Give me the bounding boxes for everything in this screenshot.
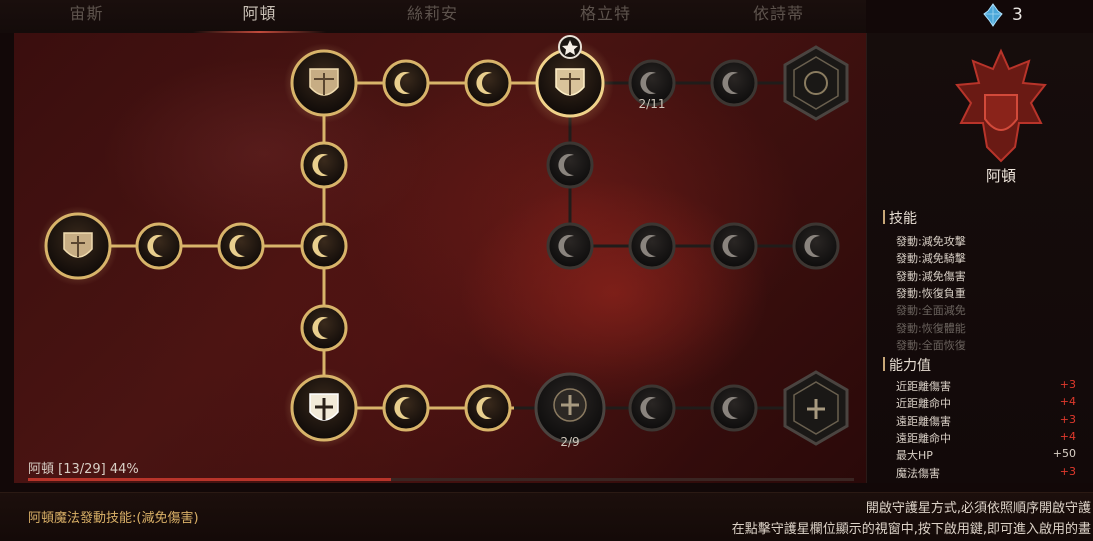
stat-row: 近距離命中 +4	[896, 395, 1076, 411]
stat-label: 遠距離命中	[896, 431, 951, 445]
stat-label: 遠距離傷害	[896, 414, 951, 428]
tab-sirian[interactable]: 絲莉安	[346, 0, 519, 33]
skills-title: 技能	[889, 211, 917, 227]
stat-value: +3	[1059, 464, 1076, 478]
stat-label: 魔法傷害	[896, 466, 940, 480]
guardian-name: 阿頓	[985, 167, 1016, 185]
node-wing-shield[interactable]	[284, 43, 364, 123]
stat-row: 遠距離傷害 +3	[896, 413, 1076, 429]
stats-title: 能力值	[889, 358, 931, 374]
stat-row: 魔法傷害 +3	[896, 465, 1076, 481]
skill-item: 發動:全面減免	[896, 304, 966, 318]
guardian-info-panel: 阿頓 技能 發動:減免攻擊 發動:減免騎擊 發動:減免傷害 發動:恢復負重 發動:全面減…	[866, 33, 1093, 483]
tab-glitter[interactable]: 格立特	[519, 0, 692, 33]
stat-row: 近距離傷害 +3	[896, 378, 1076, 394]
stat-row: 最大HP +50	[896, 447, 1076, 463]
skill-item: 發動:全面恢復	[896, 338, 966, 352]
crystal-icon	[983, 3, 1003, 27]
tab-yishidi[interactable]: 依詩蒂	[692, 0, 865, 33]
node-hex-upper[interactable]	[783, 45, 849, 121]
skill-item: 發動:減免騎擊	[896, 252, 966, 266]
node-cross-emblem[interactable]	[534, 372, 606, 444]
guardian-tabs: 宙斯 阿頓 絲莉安 格立特 依詩蒂	[0, 0, 866, 33]
instruction-line-2: 在點擊守護星欄位顯示的視窗中,按下啟用鍵,即可進入啟用的畫	[731, 522, 1091, 537]
active-magic-skill: 阿頓魔法發動技能:(減免傷害)	[28, 511, 199, 526]
node-guardian-shield-active[interactable]	[526, 35, 614, 127]
skill-item: 發動:恢復體能	[896, 321, 966, 335]
progress-bar	[28, 478, 854, 481]
counter-lower: 2/9	[560, 435, 579, 449]
progress-label: 阿頓 [13/29] 44%	[28, 462, 139, 477]
stat-label: 近距離命中	[896, 397, 951, 411]
stat-value: +4	[1059, 395, 1076, 409]
skill-tree-panel: 2/11 2/9	[14, 33, 866, 483]
aton-crest-icon	[955, 48, 1047, 163]
crystal-counter: 3	[980, 0, 1023, 30]
skill-item: 發動:減免傷害	[896, 269, 966, 283]
counter-upper: 2/11	[639, 97, 666, 111]
node-start-shield[interactable]	[38, 206, 118, 286]
skill-item: 發動:恢復負重	[896, 286, 966, 300]
node-cross-shield[interactable]	[284, 368, 364, 448]
instruction-line-1: 開啟守護星方式,必須依照順序開啟守護	[865, 501, 1091, 516]
tab-zeus[interactable]: 宙斯	[0, 0, 173, 33]
progress-fill	[28, 478, 392, 481]
tab-aton[interactable]: 阿頓	[173, 0, 346, 33]
stat-value: +4	[1059, 429, 1076, 443]
skill-tree: 2/11 2/9	[38, 35, 849, 449]
crystal-count: 3	[1012, 5, 1023, 25]
stat-label: 近距離傷害	[896, 380, 951, 393]
stat-row: 遠距離命中 +4	[896, 430, 1076, 446]
bottom-info-bar: 阿頓魔法發動技能:(減免傷害) 開啟守護星方式,必須依照順序開啟守護 在點擊守護…	[0, 492, 1093, 541]
node-hex-lower[interactable]	[783, 370, 849, 446]
moon-nodes[interactable]	[135, 59, 840, 432]
stat-value: +50	[1052, 447, 1076, 461]
skill-item: 發動:減免攻擊	[896, 235, 966, 248]
stat-value: +3	[1059, 412, 1076, 426]
stat-value: +3	[1059, 378, 1076, 391]
stat-label: 最大HP	[896, 449, 933, 463]
